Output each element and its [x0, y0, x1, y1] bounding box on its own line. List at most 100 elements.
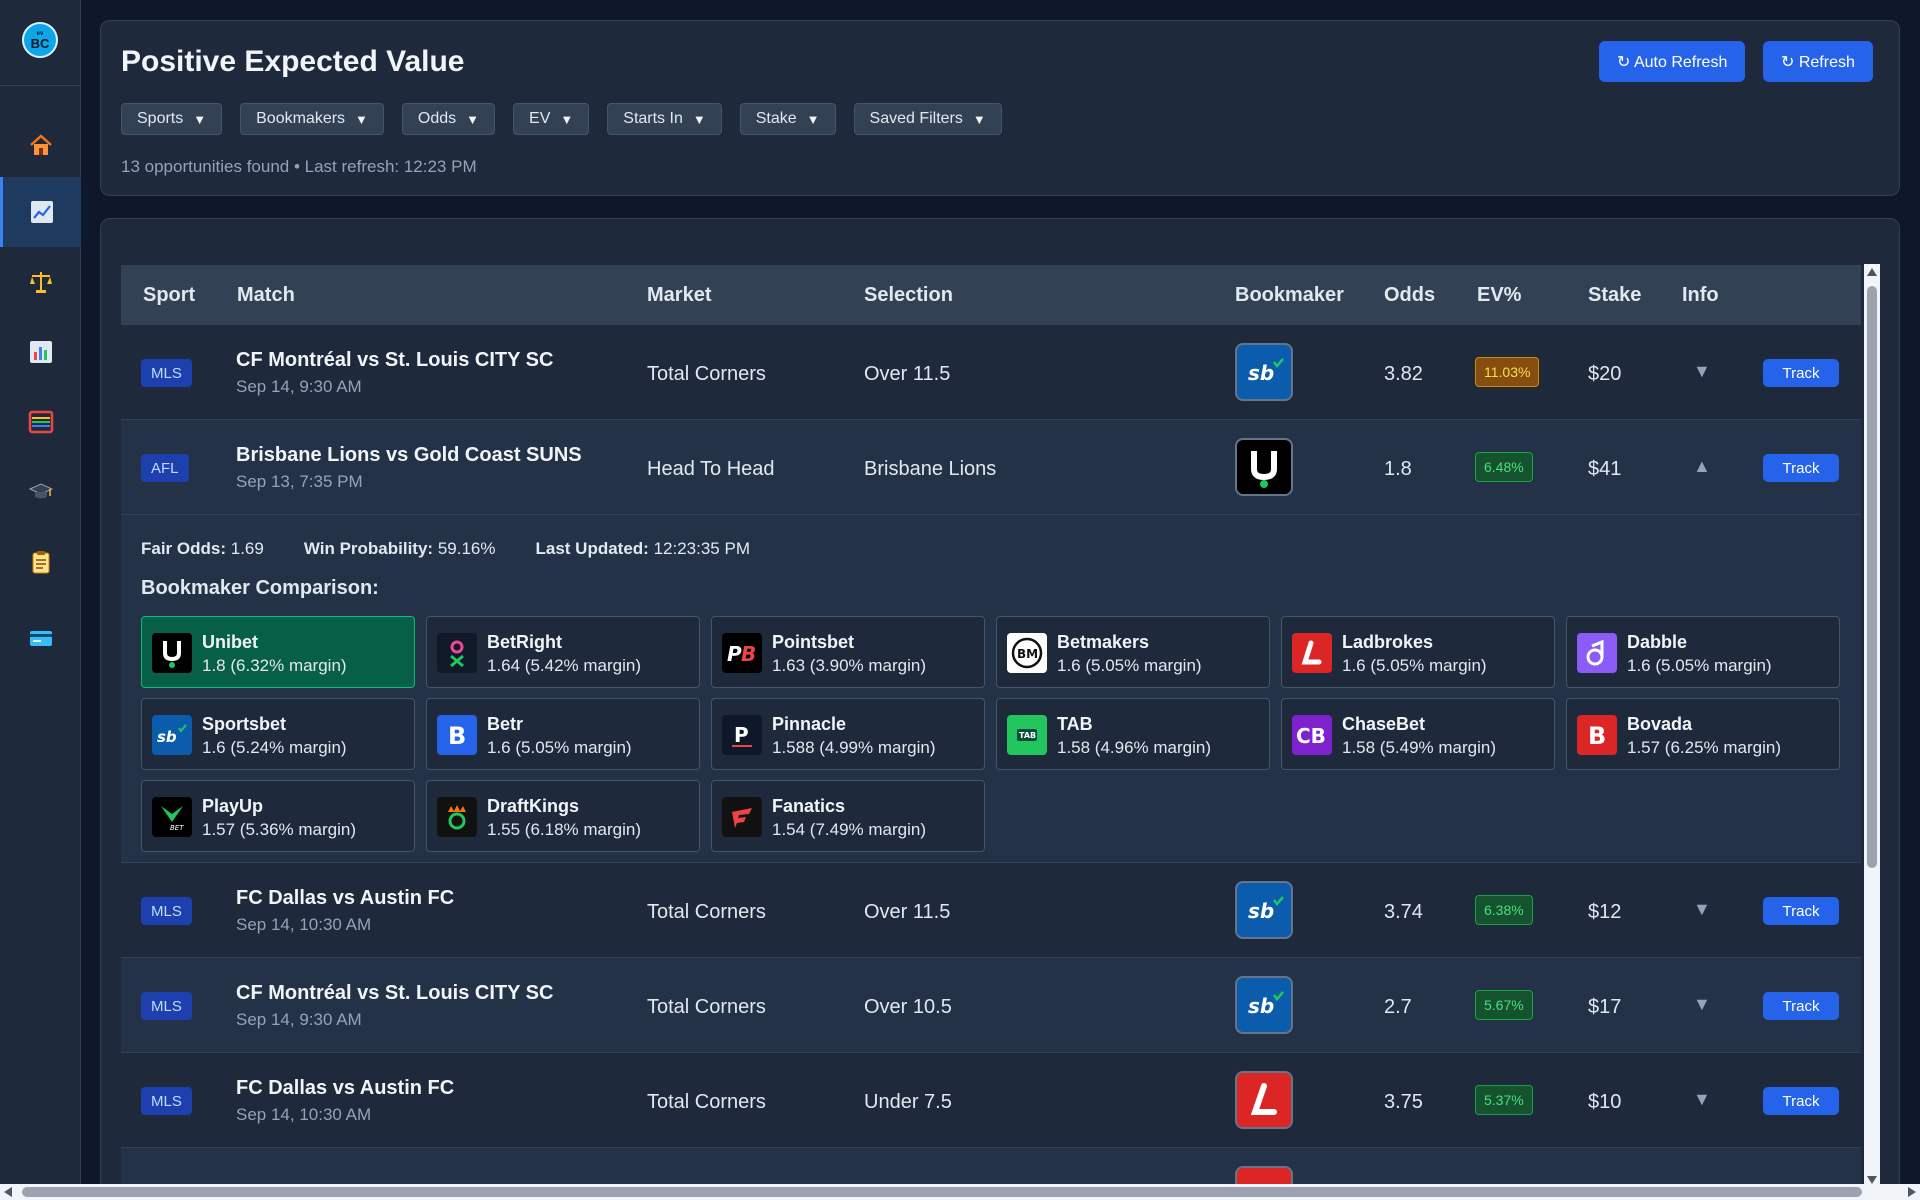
selection-cell: Over 11.5: [864, 901, 951, 923]
bookmaker-odds: 1.6 (5.05% margin): [487, 738, 632, 757]
filter-ev[interactable]: EV ▼: [513, 103, 590, 135]
refresh-button[interactable]: ↻ Refresh: [1763, 41, 1873, 82]
track-button[interactable]: Track: [1763, 359, 1839, 387]
match-date: Sep 14, 9:30 AM: [236, 377, 362, 396]
svg-text:P: P: [734, 723, 749, 747]
column-header-stake[interactable]: Stake: [1588, 284, 1641, 307]
table-row[interactable]: MLS CF Montréal vs St. Louis CITY SC Sep…: [121, 325, 1861, 420]
track-button[interactable]: Track: [1763, 992, 1839, 1020]
pointsbet-logo-icon: PB: [722, 633, 762, 673]
horizontal-scrollbar[interactable]: [0, 1184, 1920, 1200]
dabble-logo-icon: [1577, 633, 1617, 673]
comparison-card-dabble[interactable]: Dabble 1.6 (5.05% margin): [1566, 616, 1840, 688]
market-cell: Total Corners: [647, 363, 766, 385]
table-row[interactable]: MLS FC Dallas vs Austin FC Sep 14, 10:30…: [121, 863, 1861, 958]
match-date: Sep 14, 9:30 AM: [236, 1010, 362, 1029]
comparison-card-betmakers[interactable]: BM Betmakers 1.6 (5.05% margin): [996, 616, 1270, 688]
expand-chevron-icon[interactable]: ▼: [1693, 361, 1711, 382]
bookmaker-name: Bovada: [1627, 714, 1693, 734]
sidebar-item-arbitrage[interactable]: [0, 247, 81, 317]
comparison-card-sportsbet[interactable]: sb Sportsbet 1.6 (5.24% margin): [141, 698, 415, 770]
filter-label: Odds: [417, 110, 457, 127]
track-button[interactable]: Track: [1763, 1087, 1839, 1115]
comparison-card-draftkings[interactable]: DraftKings 1.55 (6.18% margin): [426, 780, 700, 852]
ev-badge: 11.03%: [1475, 357, 1540, 387]
scroll-up-arrow-icon[interactable]: [1867, 268, 1877, 276]
table-row[interactable]: AFL Brisbane Lions vs Gold Coast SUNS Se…: [121, 420, 1861, 515]
horizontal-scroll-thumb[interactable]: [22, 1187, 1862, 1197]
svg-text:B: B: [741, 642, 756, 666]
sidebar-item-billing[interactable]: [0, 603, 81, 673]
filter-sports[interactable]: Sports ▼: [121, 103, 223, 135]
track-button[interactable]: Track: [1763, 454, 1839, 482]
comparison-card-chasebet[interactable]: CB ChaseBet 1.58 (5.49% margin): [1281, 698, 1555, 770]
chasebet-logo-icon: CB: [1292, 715, 1332, 755]
bookmaker-odds: 1.8 (6.32% margin): [202, 656, 347, 675]
comparison-card-ladbrokes[interactable]: Ladbrokes 1.6 (5.05% margin): [1281, 616, 1555, 688]
track-button[interactable]: Track: [1763, 897, 1839, 925]
vertical-scroll-thumb[interactable]: [1867, 286, 1877, 868]
odds-cell: 3.82: [1384, 363, 1423, 385]
comparison-card-betright[interactable]: BetRight 1.64 (5.42% margin): [426, 616, 700, 688]
auto-refresh-button[interactable]: ↻ Auto Refresh: [1599, 41, 1746, 82]
column-header-ev[interactable]: EV%: [1477, 284, 1521, 307]
market-cell: Total Corners: [647, 996, 766, 1018]
expanded-details: Fair Odds: 1.69 Win Probability: 59.16% …: [121, 515, 1861, 863]
caret-down-icon: ▼: [972, 111, 986, 127]
sidebar-item-stats[interactable]: [0, 317, 81, 387]
comparison-card-fanatics[interactable]: Fanatics 1.54 (7.49% margin): [711, 780, 985, 852]
column-header-bookmaker[interactable]: Bookmaker: [1235, 284, 1344, 307]
filter-saved-filters[interactable]: Saved Filters ▼: [853, 103, 1002, 135]
ladbrokes-logo-icon: [1250, 1083, 1277, 1115]
column-header-sport[interactable]: Sport: [143, 284, 195, 307]
sidebar-item-home[interactable]: [0, 110, 81, 180]
svg-text:B: B: [448, 722, 466, 750]
collapse-chevron-icon[interactable]: ▲: [1693, 456, 1711, 477]
table-row[interactable]: MLS FC Dallas vs Austin FC Sep 14, 10:30…: [121, 1053, 1861, 1148]
sidebar-item-learn[interactable]: [0, 457, 81, 527]
sport-badge: MLS: [141, 359, 192, 387]
sidebar-item-calculator[interactable]: [0, 387, 81, 457]
scroll-left-arrow-icon[interactable]: [4, 1187, 12, 1197]
vertical-scrollbar[interactable]: [1864, 264, 1880, 1188]
sidebar-item-history[interactable]: [0, 527, 81, 597]
comparison-card-betr[interactable]: B Betr 1.6 (5.05% margin): [426, 698, 700, 770]
bookmaker-odds: 1.588 (4.99% margin): [772, 738, 936, 757]
filter-bookmakers[interactable]: Bookmakers ▼: [240, 103, 384, 135]
expand-chevron-icon[interactable]: ▼: [1693, 1089, 1711, 1110]
fair-odds: Fair Odds: 1.69: [141, 539, 264, 558]
comparison-card-bovada[interactable]: B Bovada 1.57 (6.25% margin): [1566, 698, 1840, 770]
column-header-odds[interactable]: Odds: [1384, 284, 1435, 307]
bookmaker-name: Dabble: [1627, 632, 1688, 652]
comparison-card-unibet[interactable]: Unibet 1.8 (6.32% margin): [141, 616, 415, 688]
unibet-logo-icon: [1251, 451, 1277, 488]
bookmaker-name: Betr: [487, 714, 524, 734]
expand-chevron-icon[interactable]: ▼: [1693, 994, 1711, 1015]
comparison-card-pointsbet[interactable]: PB Pointsbet 1.63 (3.90% margin): [711, 616, 985, 688]
scroll-right-arrow-icon[interactable]: [1908, 1187, 1916, 1197]
header-card: Positive Expected Value ↻ Auto Refresh ↻…: [100, 20, 1900, 196]
expand-chevron-icon[interactable]: ▼: [1693, 899, 1711, 920]
column-header-match[interactable]: Match: [237, 284, 295, 307]
comparison-card-tab[interactable]: TAB TAB 1.58 (4.96% margin): [996, 698, 1270, 770]
odds-cell: 3.74: [1384, 901, 1423, 923]
bookmaker-logo-sportsbet: sb: [1235, 881, 1293, 939]
sidebar-item-positive-ev[interactable]: [0, 177, 81, 247]
comparison-card-pinnacle[interactable]: P Pinnacle 1.588 (4.99% margin): [711, 698, 985, 770]
app-logo[interactable]: ev BC: [22, 22, 58, 58]
table-row[interactable]: MLS CF Montréal vs St. Louis CITY SC Sep…: [121, 958, 1861, 1053]
column-header-market[interactable]: Market: [647, 284, 711, 307]
abacus-icon: [28, 410, 53, 434]
filter-starts-in[interactable]: Starts In ▼: [607, 103, 722, 135]
column-header-selection[interactable]: Selection: [864, 284, 953, 307]
ev-badge: 6.38%: [1475, 895, 1533, 925]
sport-badge: AFL: [141, 454, 189, 482]
filter-odds[interactable]: Odds ▼: [401, 103, 496, 135]
bookmaker-odds: 1.57 (6.25% margin): [1627, 738, 1782, 757]
odds-cell: 2.7: [1384, 996, 1412, 1018]
filter-stake[interactable]: Stake ▼: [739, 103, 836, 135]
filter-bar: Sports ▼ Bookmakers ▼ Odds ▼ EV ▼ Starts In ▼…: [121, 103, 1002, 135]
betmakers-logo-icon: BM: [1007, 633, 1047, 673]
scroll-down-arrow-icon[interactable]: [1867, 1176, 1877, 1184]
comparison-card-playup[interactable]: BET PlayUp 1.57 (5.36% margin): [141, 780, 415, 852]
